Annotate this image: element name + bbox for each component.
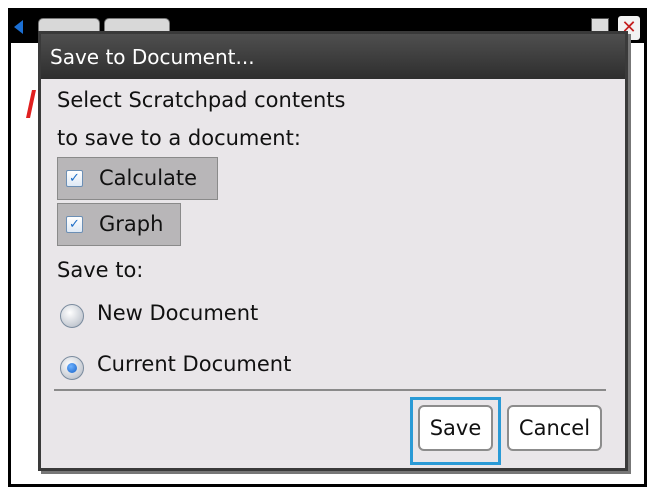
- calculate-checkbox[interactable]: ✓ Calculate: [57, 157, 218, 200]
- save-button[interactable]: Save: [418, 405, 493, 451]
- cancel-button[interactable]: Cancel: [507, 405, 602, 451]
- current-document-label[interactable]: Current Document: [97, 352, 291, 376]
- prompt-line-1: Select Scratchpad contents: [57, 88, 346, 112]
- graph-label: Graph: [99, 212, 164, 236]
- calculate-label: Calculate: [99, 166, 198, 190]
- check-icon: ✓: [66, 170, 83, 187]
- save-to-label: Save to:: [57, 258, 144, 282]
- new-document-label[interactable]: New Document: [97, 301, 258, 325]
- divider: [54, 389, 606, 391]
- new-document-radio[interactable]: [60, 304, 84, 328]
- save-to-document-dialog: Save to Document... Select Scratchpad co…: [38, 31, 628, 471]
- check-icon: ✓: [66, 216, 83, 233]
- current-document-radio[interactable]: [60, 356, 84, 380]
- graph-checkbox[interactable]: ✓ Graph: [57, 203, 181, 246]
- left-arrow-icon[interactable]: [14, 20, 23, 34]
- prompt-line-2: to save to a document:: [57, 126, 301, 150]
- dialog-title: Save to Document...: [41, 34, 625, 79]
